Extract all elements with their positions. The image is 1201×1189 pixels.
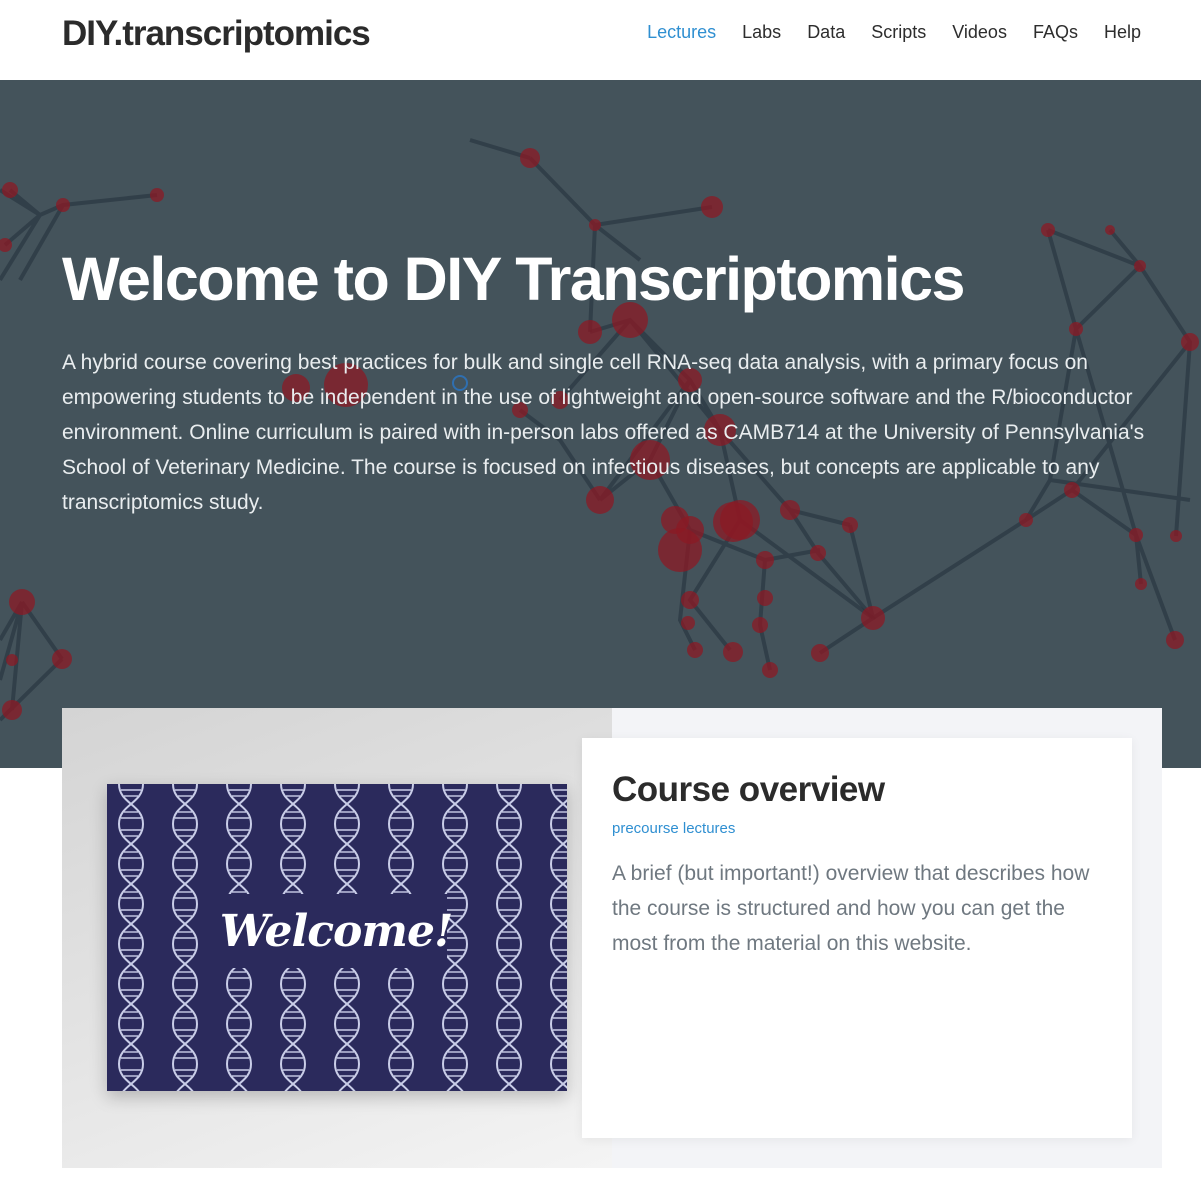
- card-image-panel: Welcome!: [62, 708, 612, 1168]
- nav-link-help[interactable]: Help: [1104, 22, 1141, 43]
- welcome-image-label: Welcome!: [220, 894, 453, 968]
- card-category-tag[interactable]: precourse lectures: [612, 820, 735, 837]
- main-nav: Lectures Labs Data Scripts Videos FAQs H…: [647, 22, 1141, 43]
- hero-section: Welcome to DIY Transcriptomics A hybrid …: [0, 80, 1201, 768]
- course-overview-card[interactable]: Welcome! Course overview precourse lectu…: [62, 708, 1162, 1168]
- nav-link-lectures[interactable]: Lectures: [647, 22, 716, 43]
- nav-link-scripts[interactable]: Scripts: [871, 22, 926, 43]
- card-summary: A brief (but important!) overview that d…: [612, 862, 1090, 955]
- site-brand-link[interactable]: DIY.transcriptomics: [62, 14, 371, 54]
- nav-link-videos[interactable]: Videos: [952, 22, 1007, 43]
- hero-description: A hybrid course covering best practices …: [62, 351, 1145, 514]
- hero-title: Welcome to DIY Transcriptomics: [62, 245, 965, 313]
- card-title[interactable]: Course overview: [612, 770, 1102, 810]
- top-navbar: DIY.transcriptomics Lectures Labs Data S…: [0, 0, 1201, 80]
- nav-link-labs[interactable]: Labs: [742, 22, 781, 43]
- card-body: Course overview precourse lectures A bri…: [582, 738, 1132, 1138]
- welcome-dna-image[interactable]: Welcome!: [107, 784, 567, 1091]
- nav-link-faqs[interactable]: FAQs: [1033, 22, 1078, 43]
- nav-link-data[interactable]: Data: [807, 22, 845, 43]
